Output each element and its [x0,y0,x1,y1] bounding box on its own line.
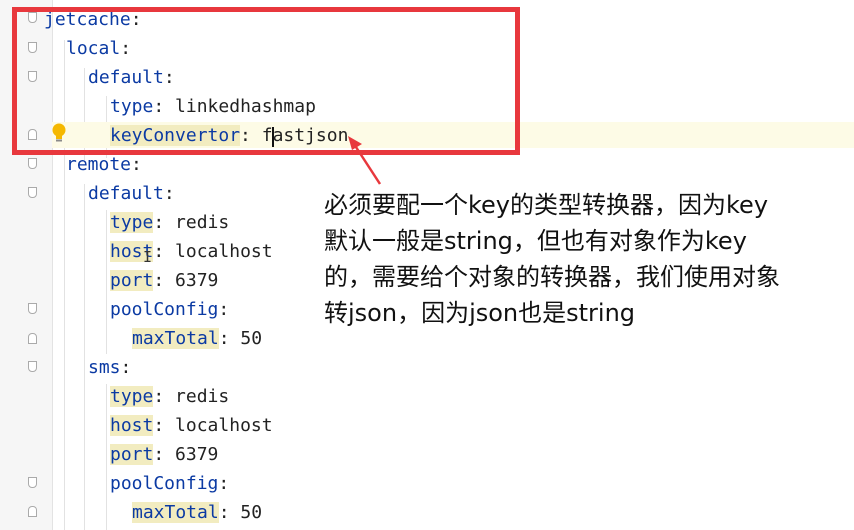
code-line[interactable]: maxTotal: 50 [132,326,262,352]
yaml-key: sms [88,357,121,378]
yaml-value: localhost [175,415,273,436]
code-line[interactable]: poolConfig: [110,297,229,323]
yaml-key: poolConfig [110,473,219,494]
yaml-key: type [110,212,154,233]
code-line[interactable]: maxTotal: 50 [132,500,262,526]
yaml-value: 6379 [175,270,219,291]
code-line[interactable]: host: localhost [110,413,273,439]
indent-guide [84,184,85,530]
fold-toggle[interactable] [28,477,37,488]
annotation-highlight-box [12,7,520,155]
fold-toggle[interactable] [28,303,37,314]
annotation-note: 必须要配一个key的类型转换器，因为key 默认一般是string，但也有对象作… [324,191,780,327]
mouse-ibeam-cursor: I [143,248,153,266]
code-line[interactable]: default: [88,181,175,207]
indent-guide [106,384,107,530]
fold-toggle[interactable] [28,333,37,344]
fold-toggle[interactable] [28,506,37,517]
yaml-value: 6379 [175,444,219,465]
yaml-key: port [110,444,154,465]
yaml-value: localhost [175,241,273,262]
fold-toggle[interactable] [28,187,37,198]
yaml-value: redis [175,212,230,233]
yaml-key: port [110,270,154,291]
code-line[interactable]: port: 6379 [110,268,218,294]
code-line[interactable]: poolConfig: [110,471,229,497]
annotation-arrow [348,136,382,185]
yaml-value: 50 [240,328,263,349]
code-line[interactable]: type: redis [110,210,229,236]
yaml-key: default [88,183,164,204]
code-line[interactable]: sms: [88,355,131,381]
code-line[interactable]: remote: [66,152,142,178]
yaml-key: poolConfig [110,299,219,320]
fold-toggle[interactable] [28,361,37,372]
yaml-key: host [110,415,154,436]
indent-guide [106,210,107,354]
yaml-value: 50 [240,502,263,523]
code-line[interactable]: host: localhost [110,239,273,265]
code-line[interactable]: type: redis [110,384,229,410]
fold-toggle[interactable] [28,158,37,169]
yaml-key: maxTotal [132,502,219,523]
yaml-key: remote [66,154,132,175]
yaml-value: redis [175,386,230,407]
code-line[interactable]: port: 6379 [110,442,218,468]
yaml-key: maxTotal [132,328,219,349]
yaml-key: type [110,386,154,407]
